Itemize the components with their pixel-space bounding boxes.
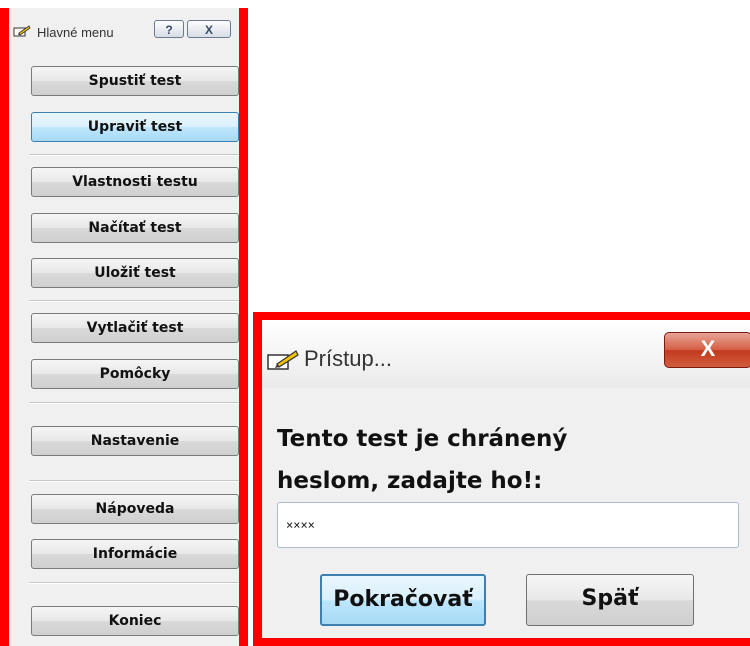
menu-separator — [29, 402, 239, 404]
continue-button[interactable]: Pokračovať — [320, 574, 486, 626]
edit-test-button[interactable]: Upraviť test — [31, 112, 239, 142]
prompt-line-1: Tento test je chránený — [277, 426, 568, 452]
menu-separator — [29, 480, 239, 482]
tools-button[interactable]: Pomôcky — [31, 359, 239, 389]
exit-button[interactable]: Koniec — [31, 606, 239, 636]
dialog-title: Prístup... — [304, 346, 393, 371]
print-test-button[interactable]: Vytlačiť test — [31, 313, 239, 343]
pencil-notepad-icon — [13, 25, 31, 37]
dialog-titlebar[interactable]: Prístup... X — [262, 320, 750, 388]
main-menu-titlebar[interactable]: Hlavné menu ? X — [9, 8, 239, 50]
start-test-button[interactable]: Spustiť test — [31, 66, 239, 96]
prompt-line-2: heslom, zadajte ho!: — [277, 468, 543, 494]
password-input[interactable] — [277, 502, 739, 548]
access-dialog: Prístup... X Tento test je chránený hesl… — [262, 320, 750, 638]
password-prompt: Tento test je chránený heslom, zadajte h… — [277, 418, 737, 502]
access-dialog-frame: Prístup... X Tento test je chránený hesl… — [253, 312, 750, 646]
settings-button[interactable]: Nastavenie — [31, 426, 239, 456]
main-menu-window: Hlavné menu ? X Spustiť test Upraviť tes… — [9, 8, 239, 646]
information-button[interactable]: Informácie — [31, 539, 239, 569]
back-button[interactable]: Späť — [526, 574, 694, 626]
dialog-close-button[interactable]: X — [664, 332, 750, 368]
menu-close-button[interactable]: X — [187, 20, 231, 38]
menu-separator — [29, 300, 239, 302]
help-menu-button[interactable]: Nápoveda — [31, 494, 239, 524]
main-menu-window-frame: Hlavné menu ? X Spustiť test Upraviť tes… — [0, 8, 248, 646]
menu-separator — [29, 582, 239, 584]
save-test-button[interactable]: Uložiť test — [31, 258, 239, 288]
test-properties-button[interactable]: Vlastnosti testu — [31, 167, 239, 197]
close-icon: X — [700, 336, 716, 361]
main-menu-title: Hlavné menu — [37, 25, 114, 40]
question-mark-icon: ? — [165, 23, 173, 37]
menu-separator — [29, 154, 239, 156]
pencil-notepad-icon — [267, 350, 299, 370]
close-icon: X — [204, 23, 213, 37]
help-button[interactable]: ? — [154, 20, 184, 38]
load-test-button[interactable]: Načítať test — [31, 213, 239, 243]
